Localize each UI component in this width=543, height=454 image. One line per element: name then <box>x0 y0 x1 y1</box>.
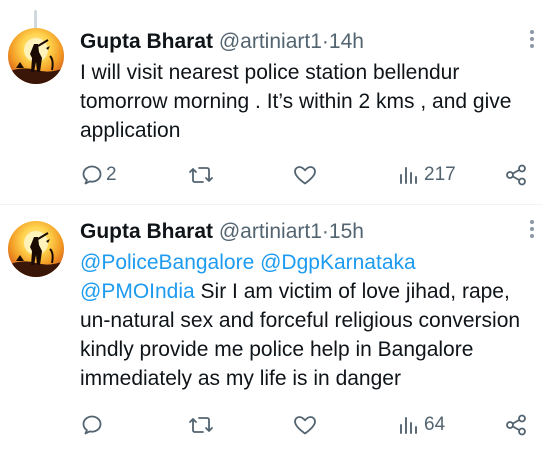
author-name[interactable]: Gupta Bharat <box>80 30 213 53</box>
views-count: 64 <box>424 414 446 435</box>
avatar[interactable] <box>8 28 64 84</box>
retweet-button[interactable] <box>188 410 214 440</box>
heart-icon <box>294 166 316 185</box>
avatar-illustration-icon <box>8 231 64 277</box>
avatar-illustration-icon <box>8 38 64 84</box>
tweet-actions: 64 <box>80 410 540 440</box>
like-button[interactable] <box>292 410 318 440</box>
mention-link[interactable]: @PMOIndia <box>80 280 195 303</box>
reply-button[interactable] <box>80 410 104 440</box>
author-handle[interactable]: @artiniart1 <box>219 220 322 243</box>
author-name[interactable]: Gupta Bharat <box>80 220 213 243</box>
tweet-header: Gupta Bharat @artiniart1·14h <box>80 30 364 54</box>
tweet-header: Gupta Bharat @artiniart1·15h <box>80 220 364 244</box>
more-icon[interactable] <box>530 30 536 51</box>
mention-link[interactable]: @PoliceBangalore <box>80 251 254 274</box>
tweet-text-content: I will visit nearest police station bell… <box>80 61 518 142</box>
mention-link[interactable]: @DgpKarnataka <box>260 251 416 274</box>
like-button[interactable] <box>292 160 318 190</box>
share-icon <box>506 414 526 436</box>
retweet-button[interactable] <box>188 160 214 190</box>
more-icon[interactable] <box>530 220 536 241</box>
timestamp[interactable]: 15h <box>329 220 364 243</box>
tweet-actions: 2 217 <box>80 160 540 190</box>
separator-dot: · <box>321 30 329 53</box>
views-button[interactable]: 64 <box>398 410 445 440</box>
tweet[interactable]: Gupta Bharat @artiniart1·14h I will visi… <box>0 0 543 205</box>
separator-dot: · <box>321 220 329 243</box>
reply-icon <box>82 165 102 185</box>
share-button[interactable] <box>504 160 528 190</box>
timestamp[interactable]: 14h <box>329 30 364 53</box>
views-icon <box>400 167 417 184</box>
heart-icon <box>294 416 316 435</box>
retweet-icon <box>189 167 213 183</box>
share-icon <box>506 164 526 186</box>
reply-count: 2 <box>106 164 117 185</box>
views-icon <box>400 417 417 434</box>
share-button[interactable] <box>504 410 528 440</box>
avatar[interactable] <box>8 221 64 277</box>
tweet-text: I will visit nearest police station bell… <box>80 58 542 145</box>
views-count: 217 <box>424 164 456 185</box>
reply-button[interactable]: 2 <box>80 160 117 190</box>
views-button[interactable]: 217 <box>398 160 456 190</box>
retweet-icon <box>189 417 213 433</box>
tweet[interactable]: Gupta Bharat @artiniart1·15h @PoliceBang… <box>0 205 543 454</box>
author-handle[interactable]: @artiniart1 <box>219 30 322 53</box>
reply-icon <box>82 415 102 435</box>
tweet-text: @PoliceBangalore @DgpKarnataka @PMOIndia… <box>80 248 542 393</box>
